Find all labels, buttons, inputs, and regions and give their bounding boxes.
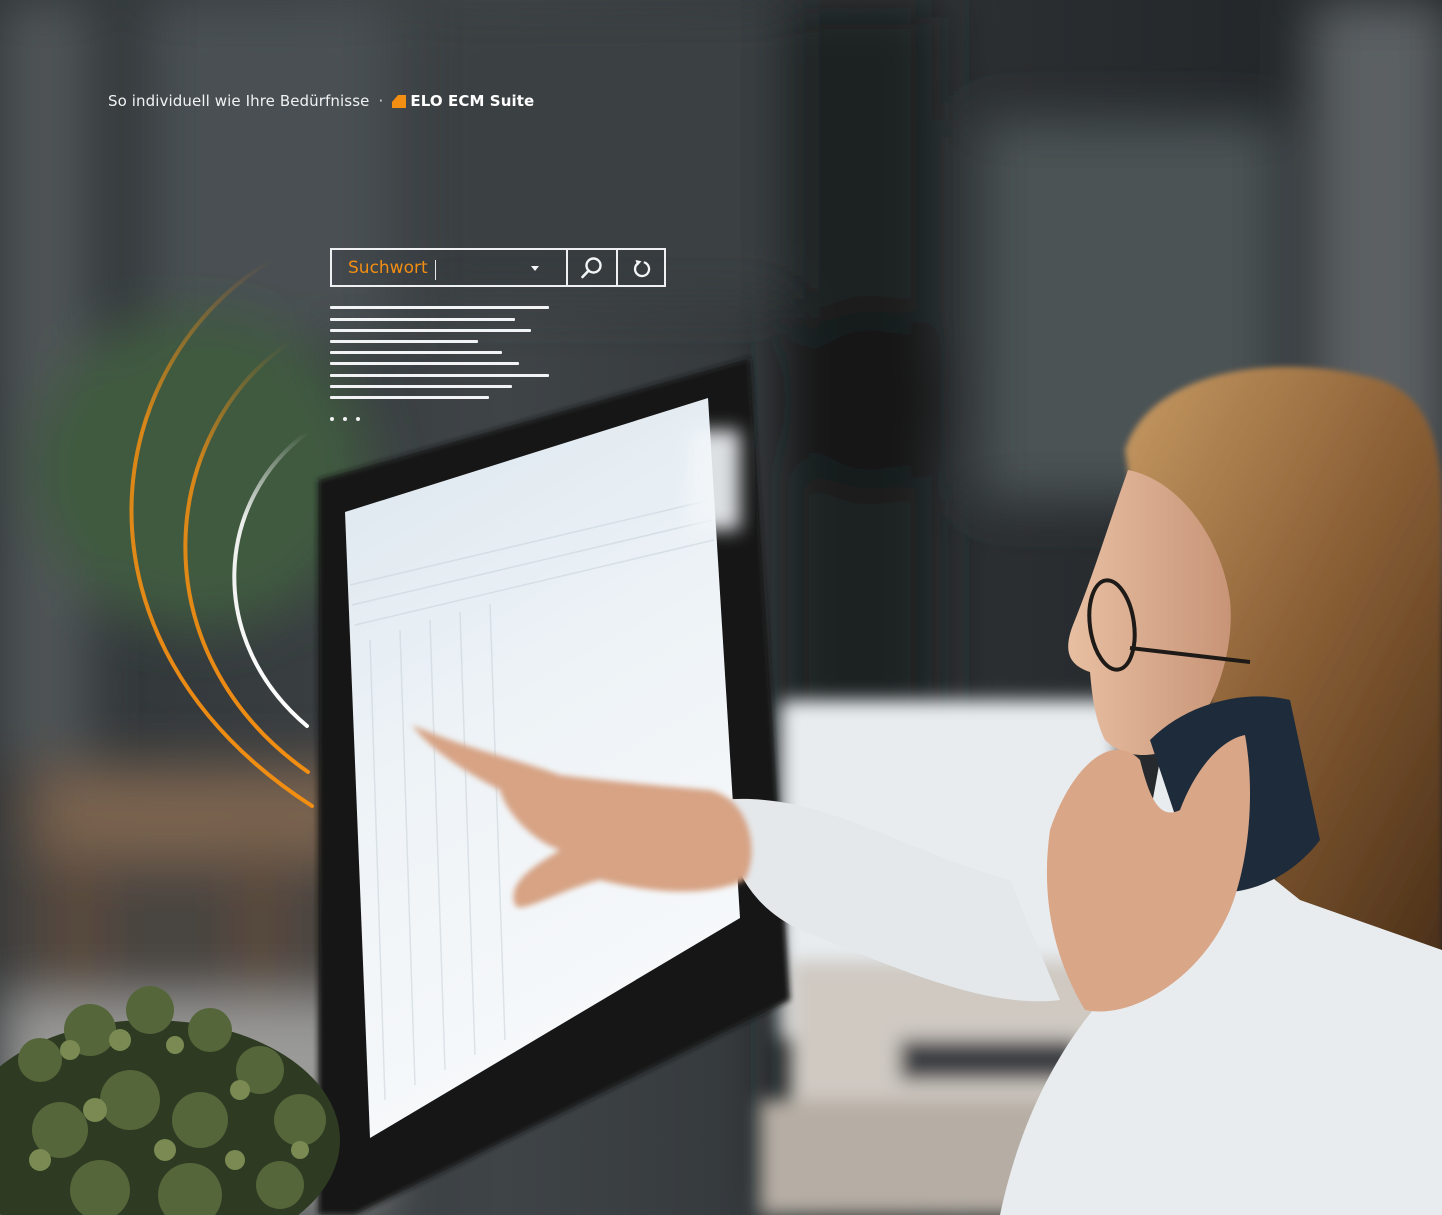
dot — [330, 417, 334, 421]
search-button[interactable] — [568, 250, 618, 285]
tagline: So individuell wie Ihre Bedürfnisse · EL… — [108, 89, 534, 113]
dot — [356, 417, 360, 421]
brand[interactable]: ELO ECM Suite — [392, 92, 534, 110]
result-line[interactable] — [330, 362, 519, 365]
result-line[interactable] — [330, 385, 512, 388]
chevron-down-icon[interactable] — [531, 266, 539, 271]
dot — [343, 417, 347, 421]
tagline-text: So individuell wie Ihre Bedürfnisse — [108, 92, 370, 110]
result-line[interactable] — [330, 318, 515, 321]
search-results — [330, 306, 552, 426]
search-bar — [330, 248, 666, 287]
elo-logo-icon — [392, 94, 407, 108]
search-field[interactable] — [332, 250, 568, 285]
magnifier-icon — [581, 256, 602, 278]
more-results-indicator[interactable] — [330, 417, 360, 421]
tagline-separator: · — [378, 92, 384, 110]
refresh-icon — [633, 259, 651, 277]
result-line[interactable] — [330, 329, 531, 332]
result-line[interactable] — [330, 351, 502, 354]
result-line[interactable] — [330, 396, 489, 399]
result-line[interactable] — [330, 306, 549, 309]
search-input[interactable] — [332, 250, 518, 285]
text-cursor — [435, 260, 436, 280]
result-line[interactable] — [330, 374, 549, 377]
reset-button[interactable] — [618, 250, 666, 285]
brand-name: ELO ECM Suite — [410, 92, 535, 110]
background-photo — [0, 0, 1442, 1215]
result-line[interactable] — [330, 340, 478, 343]
